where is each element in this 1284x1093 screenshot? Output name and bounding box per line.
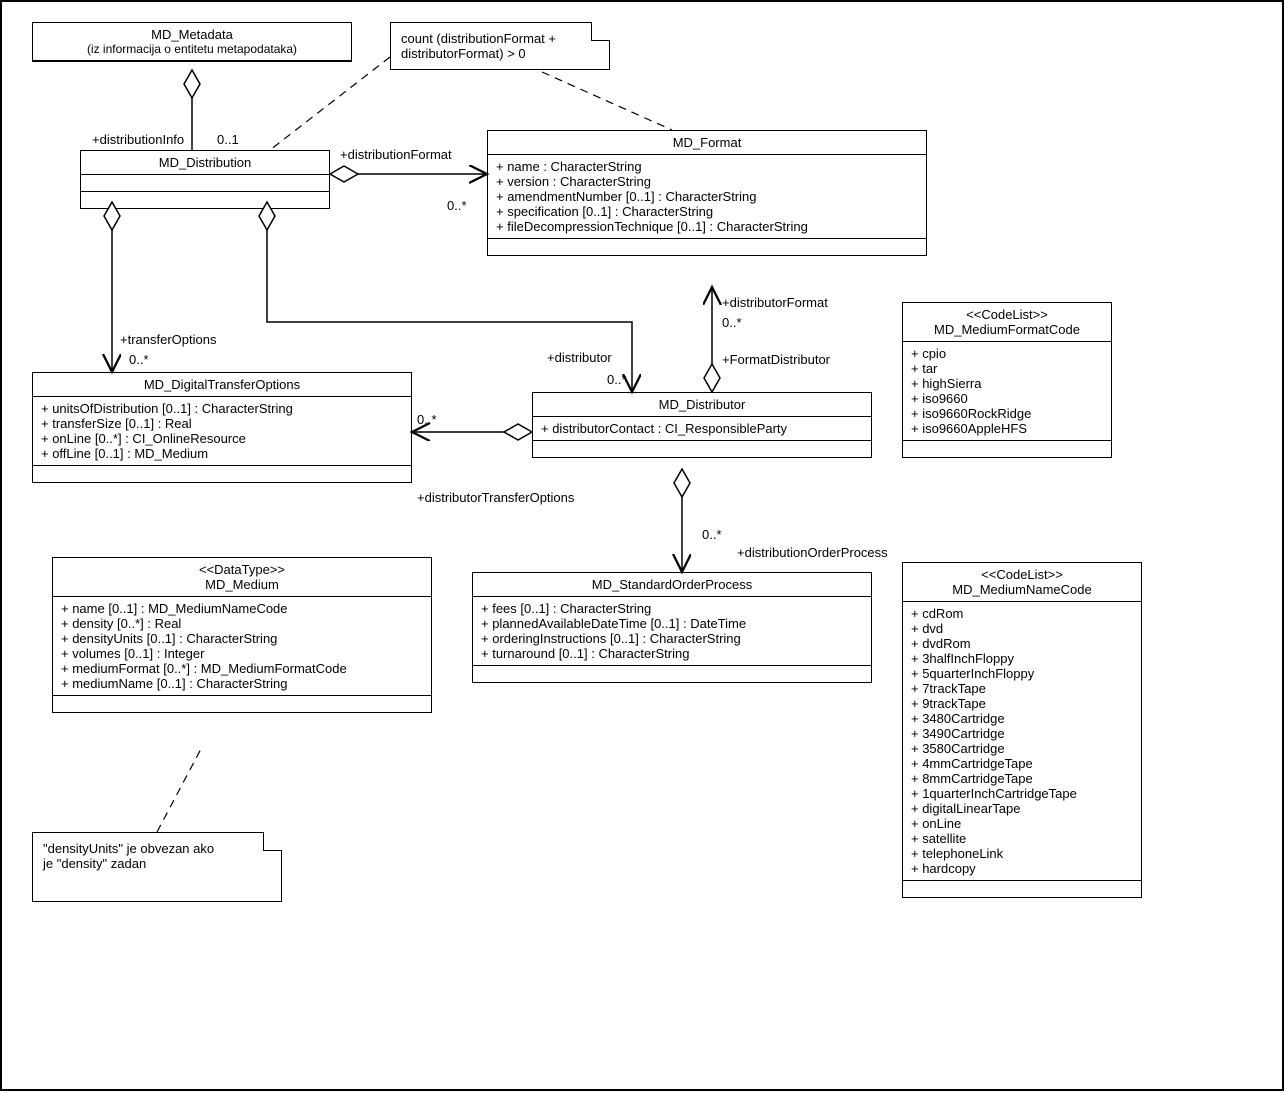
note-text: "densityUnits" je obvezan ako je "densit…	[43, 841, 271, 871]
attr: + digitalLinearTape	[911, 801, 1133, 816]
mult-distributorformat: 0..*	[722, 315, 742, 330]
class-md-format: MD_Format + name : CharacterString + ver…	[487, 130, 927, 256]
mult-distributionorderprocess: 0..*	[702, 527, 722, 542]
attrs-section: + cpio + tar + highSierra + iso9660 + is…	[903, 342, 1111, 441]
attr: + onLine [0..*] : CI_OnlineResource	[41, 431, 403, 446]
note-density: "densityUnits" je obvezan ako je "densit…	[32, 832, 282, 902]
attr: + fees [0..1] : CharacterString	[481, 601, 863, 616]
mult-distributioninfo: 0..1	[217, 132, 239, 147]
attr: + iso9660	[911, 391, 1103, 406]
attr: + distributorContact : CI_ResponsiblePar…	[541, 421, 863, 436]
attr: + version : CharacterString	[496, 174, 918, 189]
role-distributortransferoptions: +distributorTransferOptions	[417, 490, 574, 505]
attr: + plannedAvailableDateTime [0..1] : Date…	[481, 616, 863, 631]
attr: + density [0..*] : Real	[61, 616, 423, 631]
attr: + unitsOfDistribution [0..1] : Character…	[41, 401, 403, 416]
class-stereotype: <<CodeList>>	[909, 567, 1135, 582]
role-formatdistributor: +FormatDistributor	[722, 352, 830, 367]
attr: + densityUnits [0..1] : CharacterString	[61, 631, 423, 646]
class-md-distribution: MD_Distribution	[80, 150, 330, 209]
attr: + turnaround [0..1] : CharacterString	[481, 646, 863, 661]
class-title: MD_StandardOrderProcess	[479, 577, 865, 592]
attr: + volumes [0..1] : Integer	[61, 646, 423, 661]
class-md-digitaltransferoptions: MD_DigitalTransferOptions + unitsOfDistr…	[32, 372, 412, 483]
mult-distributionformat: 0..*	[447, 198, 467, 213]
attr: + iso9660AppleHFS	[911, 421, 1103, 436]
attr: + hardcopy	[911, 861, 1133, 876]
attr: + tar	[911, 361, 1103, 376]
attr: + dvd	[911, 621, 1133, 636]
role-distributioninfo: +distributionInfo	[92, 132, 184, 147]
attrs-section: + name : CharacterString + version : Cha…	[488, 155, 926, 239]
attr: + satellite	[911, 831, 1133, 846]
class-md-standardorderprocess: MD_StandardOrderProcess + fees [0..1] : …	[472, 572, 872, 683]
attr: + mediumName [0..1] : CharacterString	[61, 676, 423, 691]
role-transferoptions: +transferOptions	[120, 332, 216, 347]
mult-distributortransferoptions: 0..*	[417, 412, 437, 427]
attr: + cdRom	[911, 606, 1133, 621]
attr: + amendmentNumber [0..1] : CharacterStri…	[496, 189, 918, 204]
attr: + mediumFormat [0..*] : MD_MediumFormatC…	[61, 661, 423, 676]
class-title: MD_MediumNameCode	[909, 582, 1135, 597]
class-title: MD_Distribution	[87, 155, 323, 170]
attrs-section: + name [0..1] : MD_MediumNameCode + dens…	[53, 597, 431, 696]
attr: + 9trackTape	[911, 696, 1133, 711]
attr: + 3490Cartridge	[911, 726, 1133, 741]
role-distributionorderprocess: +distributionOrderProcess	[737, 545, 888, 560]
class-title: MD_DigitalTransferOptions	[39, 377, 405, 392]
attr: + telephoneLink	[911, 846, 1133, 861]
attr: + dvdRom	[911, 636, 1133, 651]
class-title: MD_Metadata	[39, 27, 345, 42]
attr: + highSierra	[911, 376, 1103, 391]
role-distributionformat: +distributionFormat	[340, 147, 452, 162]
attrs-section: + fees [0..1] : CharacterString + planne…	[473, 597, 871, 666]
attr: + name : CharacterString	[496, 159, 918, 174]
attr: + orderingInstructions [0..1] : Characte…	[481, 631, 863, 646]
attr: + fileDecompressionTechnique [0..1] : Ch…	[496, 219, 918, 234]
attrs-section: + cdRom + dvd + dvdRom + 3halfInchFloppy…	[903, 602, 1141, 881]
class-title: MD_Medium	[59, 577, 425, 592]
attrs-section: + unitsOfDistribution [0..1] : Character…	[33, 397, 411, 466]
mult-transferoptions: 0..*	[129, 352, 149, 367]
attrs-section: + distributorContact : CI_ResponsiblePar…	[533, 417, 871, 441]
attr: + 8mmCartridgeTape	[911, 771, 1133, 786]
role-distributorformat: +distributorFormat	[722, 295, 828, 310]
attr: + 3580Cartridge	[911, 741, 1133, 756]
class-md-mediumnamecode: <<CodeList>> MD_MediumNameCode + cdRom +…	[902, 562, 1142, 898]
class-title: MD_Format	[494, 135, 920, 150]
attr: + iso9660RockRidge	[911, 406, 1103, 421]
class-subtitle: (iz informacija o entitetu metapodataka)	[39, 42, 345, 56]
role-distributor: +distributor	[547, 350, 612, 365]
attr: + 7trackTape	[911, 681, 1133, 696]
note-text: count (distributionFormat + distributorF…	[401, 31, 599, 61]
class-title: MD_MediumFormatCode	[909, 322, 1105, 337]
class-stereotype: <<CodeList>>	[909, 307, 1105, 322]
attr: + onLine	[911, 816, 1133, 831]
attr: + offLine [0..1] : MD_Medium	[41, 446, 403, 461]
attr: + 4mmCartridgeTape	[911, 756, 1133, 771]
attr: + 5quarterInchFloppy	[911, 666, 1133, 681]
attr: + transferSize [0..1] : Real	[41, 416, 403, 431]
class-md-mediumformatcode: <<CodeList>> MD_MediumFormatCode + cpio …	[902, 302, 1112, 458]
uml-diagram: MD_Metadata (iz informacija o entitetu m…	[0, 0, 1284, 1091]
mult-distributor: 0..*	[607, 372, 627, 387]
attr: + name [0..1] : MD_MediumNameCode	[61, 601, 423, 616]
attr: + cpio	[911, 346, 1103, 361]
class-md-distributor: MD_Distributor + distributorContact : CI…	[532, 392, 872, 458]
class-title: MD_Distributor	[539, 397, 865, 412]
class-md-metadata: MD_Metadata (iz informacija o entitetu m…	[32, 22, 352, 62]
class-md-medium: <<DataType>> MD_Medium + name [0..1] : M…	[52, 557, 432, 713]
attr: + 3halfInchFloppy	[911, 651, 1133, 666]
class-stereotype: <<DataType>>	[59, 562, 425, 577]
note-constraint: count (distributionFormat + distributorF…	[390, 22, 610, 70]
attr: + specification [0..1] : CharacterString	[496, 204, 918, 219]
attr: + 3480Cartridge	[911, 711, 1133, 726]
attr: + 1quarterInchCartridgeTape	[911, 786, 1133, 801]
